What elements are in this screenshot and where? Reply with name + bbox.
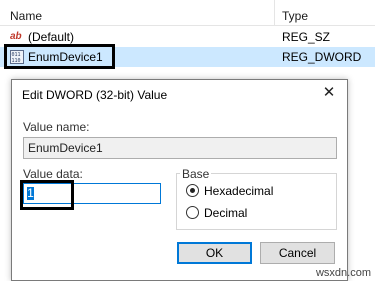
value-type: REG_DWORD <box>282 50 362 64</box>
column-divider[interactable] <box>274 0 275 26</box>
close-icon[interactable]: ✕ <box>321 85 337 101</box>
annotation-highlight-box <box>20 180 74 210</box>
string-value-icon: ab <box>10 31 22 42</box>
dialog-title: Edit DWORD (32-bit) Value <box>22 88 168 102</box>
base-group-box <box>176 173 337 230</box>
edit-dword-dialog: Edit DWORD (32-bit) Value ✕ Value name: … <box>11 79 348 281</box>
base-group-label: Base <box>180 167 212 181</box>
column-header-name[interactable]: Name <box>10 9 42 23</box>
value-data-label: Value data: <box>23 167 83 181</box>
radio-label-hexadecimal: Hexadecimal <box>204 184 274 198</box>
radio-label-decimal: Decimal <box>204 206 248 220</box>
ok-button[interactable]: OK <box>177 242 252 264</box>
watermark: wsxdn.com <box>315 267 371 279</box>
value-name: (Default) <box>28 30 75 44</box>
value-name-field: EnumDevice1 <box>23 137 337 159</box>
list-column-header: Name Type <box>0 0 375 26</box>
annotation-highlight-box <box>4 44 115 69</box>
column-header-type[interactable]: Type <box>282 9 308 23</box>
cancel-button[interactable]: Cancel <box>260 242 335 264</box>
radio-selected-icon[interactable] <box>186 184 199 197</box>
value-type: REG_SZ <box>282 30 331 44</box>
radio-unselected-icon[interactable] <box>186 206 199 219</box>
value-name-label: Value name: <box>23 120 90 134</box>
